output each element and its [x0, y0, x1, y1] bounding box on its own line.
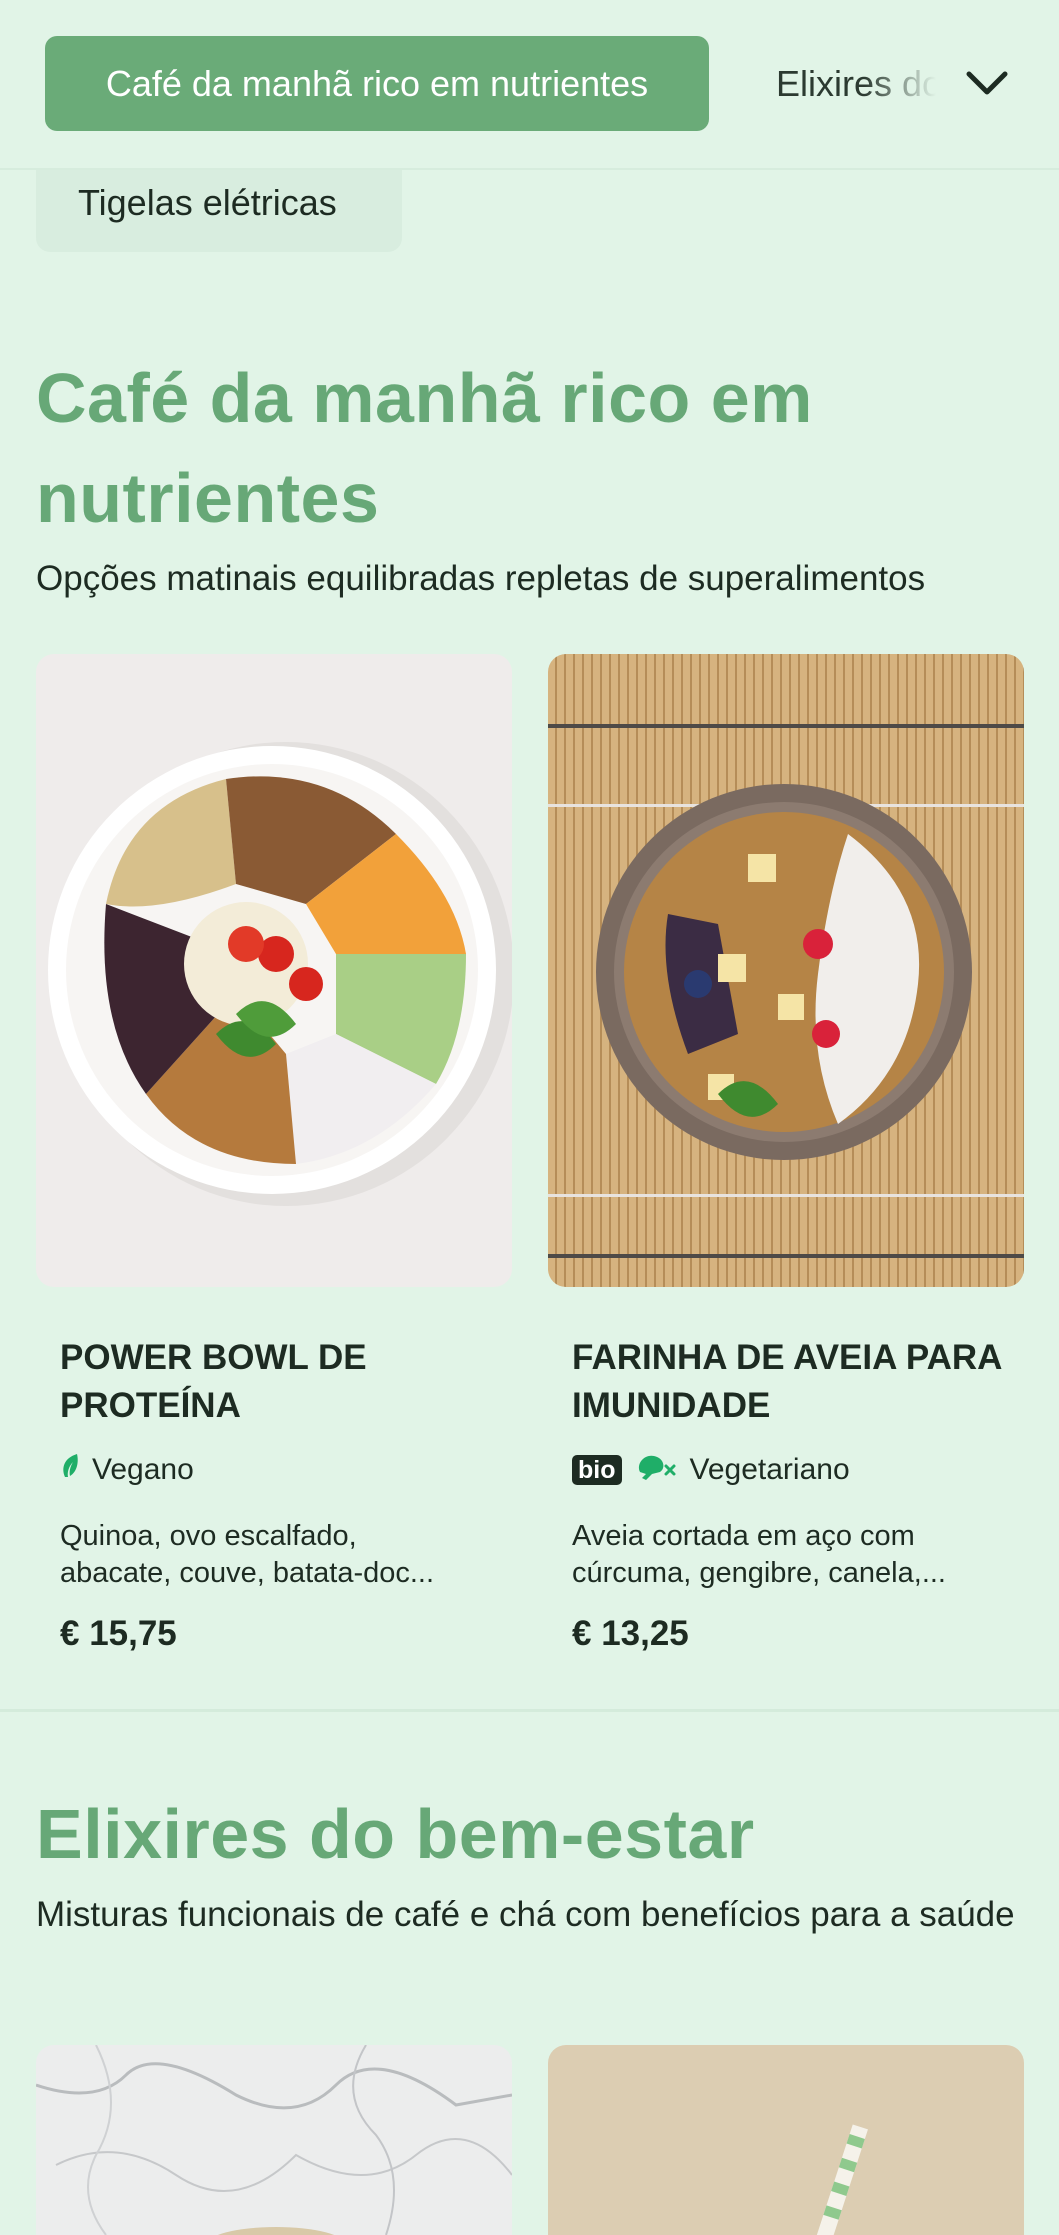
category-tab-active[interactable]: Café da manhã rico em nutrientes: [45, 36, 709, 131]
drink-image: [36, 2045, 512, 2235]
item-description-line: Aveia cortada em aço com: [572, 1520, 915, 1552]
dish-image: [36, 654, 512, 1287]
section-title: Café da manhã rico em nutrientes: [36, 359, 813, 537]
item-description: Aveia cortada em aço com cúrcuma, gengib…: [572, 1518, 1012, 1592]
item-name: FARINHA DE AVEIA PARA IMUNIDADE: [572, 1338, 1002, 1425]
diet-label: Vegano: [92, 1453, 194, 1486]
menu-item-card[interactable]: FARINHA DE AVEIA PARA IMUNIDADE bio Vege…: [548, 654, 1024, 1654]
drink-image: [548, 2045, 1024, 2235]
item-description-line: abacate, couve, batata-doc...: [60, 1557, 435, 1589]
leaf-icon: [60, 1452, 80, 1488]
chevron-down-icon[interactable]: [962, 58, 1012, 108]
menu-item-card[interactable]: [36, 2045, 512, 2235]
bio-badge: bio: [572, 1455, 622, 1485]
diet-tags: bio Vegetariano: [572, 1450, 850, 1490]
section-subtitle: Opções matinais equilibradas repletas de…: [36, 559, 926, 598]
item-description-line: cúrcuma, gengibre, canela,...: [572, 1557, 946, 1589]
menu-item-card[interactable]: POWER BOWL DE PROTEÍNA Vegano Quinoa, ov…: [36, 654, 512, 1654]
diet-label: Vegetariano: [689, 1453, 850, 1486]
section-title: Elixires do bem-estar: [36, 1795, 755, 1873]
dish-image: [548, 654, 1024, 1287]
section-divider: [0, 1709, 1059, 1712]
item-name: POWER BOWL DE PROTEÍNA: [60, 1338, 367, 1425]
item-description-line: Quinoa, ovo escalfado,: [60, 1520, 357, 1552]
diet-tags: Vegano: [60, 1450, 194, 1490]
category-tab-label: Tigelas elétricas: [78, 182, 337, 223]
no-meat-icon: [634, 1450, 678, 1490]
category-nav: Café da manhã rico em nutrientes Elixire…: [0, 0, 1059, 170]
category-tab-next[interactable]: Elixires do bem-estar: [776, 36, 936, 131]
item-price: € 13,25: [572, 1614, 689, 1653]
section-subtitle: Misturas funcionais de café e chá com be…: [36, 1895, 1015, 1934]
menu-item-card[interactable]: [548, 2045, 1024, 2235]
item-description: Quinoa, ovo escalfado, abacate, couve, b…: [60, 1518, 500, 1592]
item-price: € 15,75: [60, 1614, 177, 1653]
